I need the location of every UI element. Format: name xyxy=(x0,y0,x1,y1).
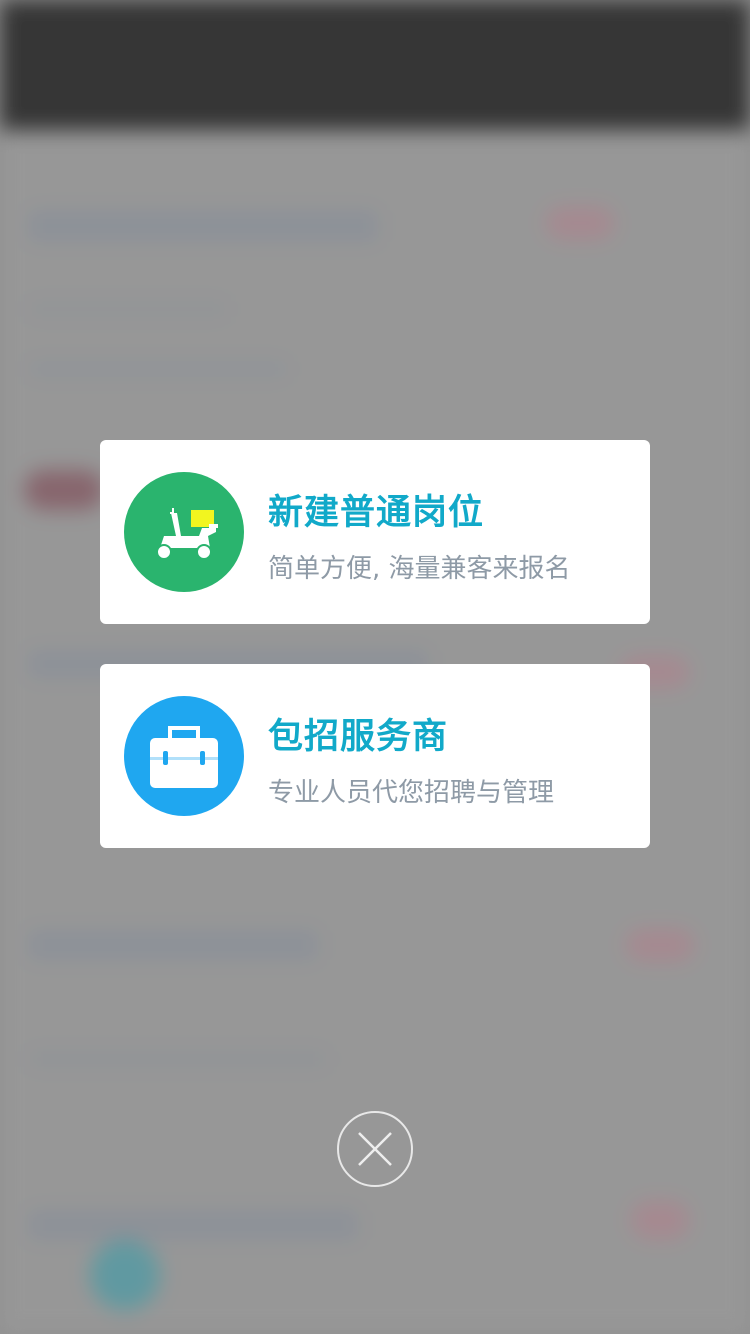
close-button[interactable] xyxy=(337,1111,413,1187)
card-title: 包招服务商 xyxy=(268,717,449,757)
scooter-icon xyxy=(124,472,244,592)
close-icon xyxy=(358,1132,392,1166)
card-subtitle: 专业人员代您招聘与管理 xyxy=(268,778,555,808)
card-title: 新建普通岗位 xyxy=(268,493,485,533)
briefcase-icon xyxy=(124,696,244,816)
recruitment-service-provider-card[interactable]: 包招服务商 专业人员代您招聘与管理 xyxy=(100,664,650,848)
new-standard-job-card[interactable]: 新建普通岗位 简单方便, 海量兼客来报名 xyxy=(100,440,650,624)
card-subtitle: 简单方便, 海量兼客来报名 xyxy=(268,554,571,584)
